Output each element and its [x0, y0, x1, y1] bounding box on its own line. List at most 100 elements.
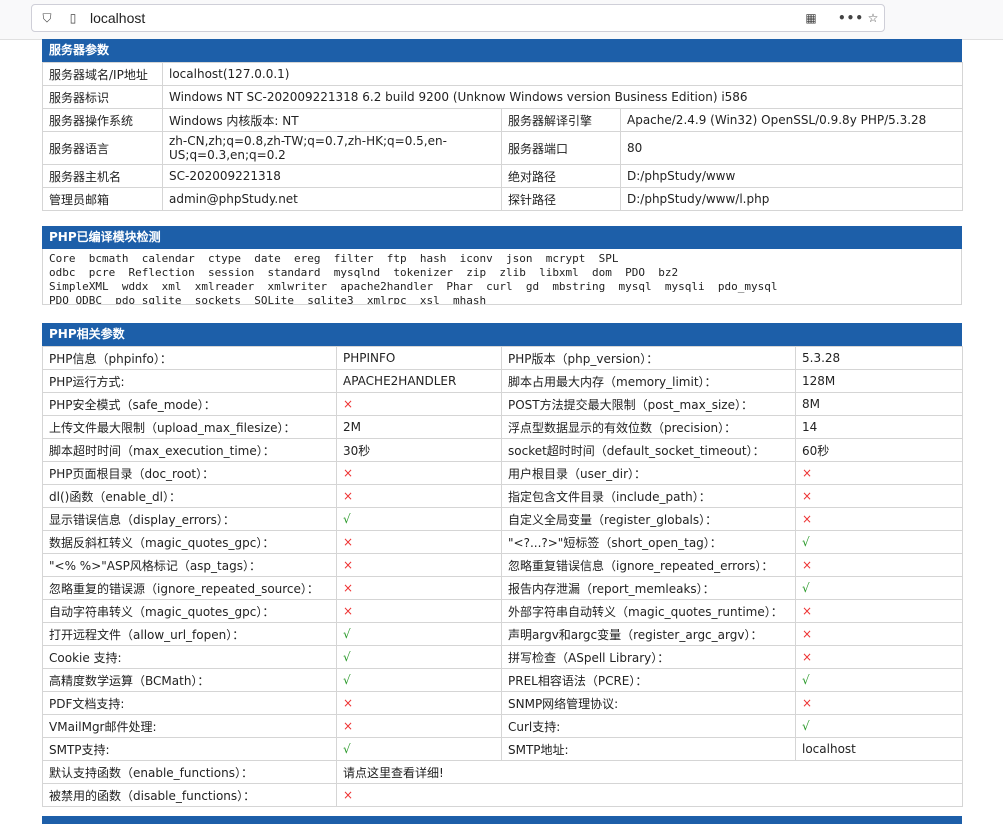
browser-toolbar: ⛉ ▯ localhost ▦ ••• ☆ [0, 0, 1003, 40]
table-row: 显示错误信息（display_errors）： √ 自定义全局变量（register… [42, 507, 963, 531]
table-row: dl()函数（enable_dl）： × 指定包含文件目录（include_path… [42, 484, 963, 508]
row-value: 2M [336, 415, 502, 439]
table-row: "<% %>"ASP风格标记（asp_tags）： × 忽略重复错误信息（ignor… [42, 553, 963, 577]
row-label: PREL相容语法（PCRE）： [501, 668, 796, 692]
url-text[interactable]: localhost [90, 10, 145, 26]
table-row: SMTP支持: √ SMTP地址: localhost [42, 737, 963, 761]
more-icon[interactable]: ••• [838, 11, 863, 25]
bookmark-star-icon[interactable]: ☆ [866, 11, 880, 25]
row-label: 服务器主机名 [42, 164, 163, 188]
row-label: 自动字符串转义（magic_quotes_gpc）： [42, 599, 337, 623]
row-label: PHP安全模式（safe_mode）： [42, 392, 337, 416]
module-line: SimpleXML wddx xml xmlreader xmlwriter a… [49, 280, 778, 293]
row-value: Windows NT SC-202009221318 6.2 build 920… [161, 85, 964, 109]
table-row: 上传文件最大限制（upload_max_filesize）： 2M 浮点型数据显示的… [42, 415, 963, 439]
row-label: POST方法提交最大限制（post_max_size）： [501, 392, 796, 416]
enable-functions-link[interactable]: 请点这里查看详细! [336, 760, 963, 784]
table-row: 服务器标识 Windows NT SC-202009221318 6.2 bui… [42, 85, 964, 109]
row-label: SMTP地址: [501, 737, 796, 761]
row-value: 128M [795, 369, 963, 393]
row-value: × [795, 507, 963, 531]
page-content: 服务器参数 服务器域名/IP地址 localhost(127.0.0.1) 服务… [0, 39, 1003, 824]
row-value: Windows 内核版本: NT [162, 108, 502, 132]
disabled-functions-value: × [336, 783, 963, 807]
qr-code-icon[interactable]: ▦ [804, 11, 818, 25]
row-value: × [795, 622, 963, 646]
row-value: zh-CN,zh;q=0.8,zh-TW;q=0.7,zh-HK;q=0.5,e… [162, 131, 502, 165]
row-value: √ [336, 668, 502, 692]
table-row: 高精度数学运算（BCMath）： √ PREL相容语法（PCRE）： √ [42, 668, 963, 692]
row-value: × [336, 576, 502, 600]
row-label: SMTP支持: [42, 737, 337, 761]
row-value: localhost(127.0.0.1) [161, 62, 964, 86]
row-label: 服务器域名/IP地址 [42, 62, 163, 86]
row-value: × [336, 599, 502, 623]
row-label: 探针路径 [501, 187, 621, 211]
row-value: 14 [795, 415, 963, 439]
row-label: "<?...?>"短标签（short_open_tag）： [501, 530, 796, 554]
row-value[interactable]: PHPINFO [336, 346, 502, 370]
row-label: PHP版本（php_version）： [501, 346, 796, 370]
row-label: 显示错误信息（display_errors）： [42, 507, 337, 531]
row-label: Cookie 支持: [42, 645, 337, 669]
row-value: √ [336, 737, 502, 761]
row-value: × [795, 553, 963, 577]
php-params-section: PHP相关参数 PHP信息（phpinfo）： PHPINFO PHP版本（php_… [42, 323, 963, 807]
row-value: D:/phpStudy/www [619, 164, 964, 188]
row-label: PDF文档支持: [42, 691, 337, 715]
shield-icon[interactable]: ⛉ [40, 11, 54, 25]
module-list: Core bcmath calendar ctype date ereg fil… [42, 249, 962, 305]
table-row: Cookie 支持: √ 拼写检查（ASpell Library）： × [42, 645, 963, 669]
row-label: VMailMgr邮件处理: [42, 714, 337, 738]
row-label: 高精度数学运算（BCMath）： [42, 668, 337, 692]
row-value: × [336, 392, 502, 416]
row-value: 5.3.28 [795, 346, 963, 370]
row-value: × [795, 691, 963, 715]
row-label: 声明argv和argc变量（register_argc_argv）： [501, 622, 796, 646]
table-row: 忽略重复的错误源（ignore_repeated_source）： × 报告内存泄漏… [42, 576, 963, 600]
row-value: admin@phpStudy.net [162, 187, 502, 211]
row-value: APACHE2HANDLER [336, 369, 502, 393]
row-label: 服务器标识 [42, 85, 163, 109]
row-label: dl()函数（enable_dl）： [42, 484, 337, 508]
row-label: 外部字符串自动转义（magic_quotes_runtime）： [501, 599, 796, 623]
row-value: √ [336, 622, 502, 646]
row-label: 浮点型数据显示的有效位数（precision）： [501, 415, 796, 439]
php-params-table: PHP信息（phpinfo）： PHPINFO PHP版本（php_version）… [42, 346, 963, 807]
table-row: PHP信息（phpinfo）： PHPINFO PHP版本（php_version）… [42, 346, 963, 370]
table-row: 管理员邮箱 admin@phpStudy.net 探针路径 D:/phpStud… [42, 187, 964, 211]
row-value: 80 [619, 131, 964, 165]
row-value: × [336, 691, 502, 715]
next-section [42, 816, 962, 824]
section-title: PHP已编译模块检测 [42, 226, 962, 249]
table-row: 服务器操作系统 Windows 内核版本: NT 服务器解译引擎 Apache/… [42, 108, 964, 132]
row-label: 用户根目录（user_dir）： [501, 461, 796, 485]
table-row: 脚本超时时间（max_execution_time）： 30秒 socket超时时间… [42, 438, 963, 462]
table-row: PHP页面根目录（doc_root）： × 用户根目录（user_dir）： × [42, 461, 963, 485]
section-title: 服务器参数 [42, 39, 962, 62]
row-label: 忽略重复的错误源（ignore_repeated_source）： [42, 576, 337, 600]
address-bar[interactable]: ⛉ ▯ localhost ▦ ••• ☆ [31, 4, 885, 32]
row-label: 服务器解译引擎 [501, 108, 621, 132]
table-row: 服务器主机名 SC-202009221318 绝对路径 D:/phpStudy/… [42, 164, 964, 188]
row-value: × [795, 461, 963, 485]
row-label: 脚本占用最大内存（memory_limit）： [501, 369, 796, 393]
table-row: 自动字符串转义（magic_quotes_gpc）： × 外部字符串自动转义（mag… [42, 599, 963, 623]
module-line: Core bcmath calendar ctype date ereg fil… [49, 252, 619, 265]
row-value: × [336, 530, 502, 554]
row-label: SNMP网络管理协议: [501, 691, 796, 715]
table-row: VMailMgr邮件处理: × Curl支持: √ [42, 714, 963, 738]
row-label: "<% %>"ASP风格标记（asp_tags）： [42, 553, 337, 577]
table-row: 服务器语言 zh-CN,zh;q=0.8,zh-TW;q=0.7,zh-HK;q… [42, 131, 964, 165]
row-value: 60秒 [795, 438, 963, 462]
row-value: × [336, 714, 502, 738]
row-value: √ [795, 668, 963, 692]
table-row: 数据反斜杠转义（magic_quotes_gpc）： × "<?...?>"短标签（… [42, 530, 963, 554]
row-value: × [795, 484, 963, 508]
row-label: 自定义全局变量（register_globals）： [501, 507, 796, 531]
table-row: 服务器域名/IP地址 localhost(127.0.0.1) [42, 62, 964, 86]
table-row: PHP运行方式: APACHE2HANDLER 脚本占用最大内存（memory_li… [42, 369, 963, 393]
table-row: PDF文档支持: × SNMP网络管理协议: × [42, 691, 963, 715]
table-row: 打开远程文件（allow_url_fopen）： √ 声明argv和argc变量（r… [42, 622, 963, 646]
row-label: 拼写检查（ASpell Library）： [501, 645, 796, 669]
